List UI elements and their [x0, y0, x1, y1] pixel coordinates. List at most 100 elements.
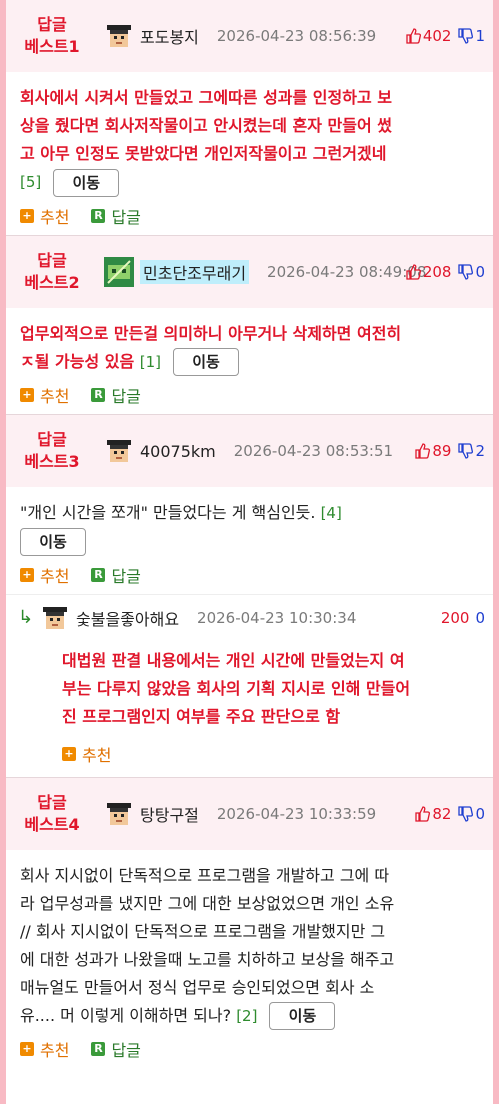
- reply-label: 답글: [111, 207, 141, 227]
- timestamp: 2026-04-23 08:53:51: [233, 442, 394, 460]
- nickname[interactable]: 40075km: [140, 442, 216, 461]
- comment-actions: + 추천 R 답글: [6, 376, 493, 414]
- comment-line: 회사 지시없이 단독적으로 프로그램을 개발하고 그에 따: [20, 865, 390, 885]
- reply-arrow-icon: ↳: [18, 607, 34, 628]
- vote-counts: 208 0: [405, 236, 485, 308]
- recommend-button[interactable]: + 추천: [20, 204, 69, 228]
- badge-line-2: 베스트2: [24, 272, 80, 292]
- nickname[interactable]: 탕탕구절: [140, 802, 199, 826]
- recommend-label: 추천: [82, 745, 112, 765]
- downvote-count: 1: [475, 27, 485, 45]
- upvote-count: 208: [422, 262, 452, 281]
- badge-line-1: 답글: [37, 15, 67, 34]
- thumbs-up-icon: [415, 443, 431, 459]
- comment-actions: + 추천 R 답글: [6, 556, 493, 594]
- downvote[interactable]: 2: [457, 442, 485, 460]
- nickname[interactable]: 민초단조무래기: [140, 259, 250, 284]
- child-reply: ↳ 숯불을좋아해요 2026-04-23 10:30:34 200 0 대법원 …: [6, 593, 493, 777]
- best-badge: 답글 베스트3: [16, 429, 88, 473]
- recommend-label: 추천: [40, 1041, 70, 1060]
- comment-line: 유.... 머 이렇게 이해하면 되나?: [20, 1005, 232, 1025]
- thumbs-down-icon: [458, 443, 474, 459]
- comment-text: 업무외적으로 만든걸 의미하니 아무거나 삭제하면 여전히 ㅈ될 가능성 있음 …: [6, 308, 493, 376]
- reply-button[interactable]: R 답글: [91, 1037, 141, 1061]
- upvote-count: 402: [422, 27, 452, 45]
- reply-label: 답글: [111, 566, 141, 586]
- badge-line-1: 답글: [37, 430, 67, 449]
- move-button[interactable]: 이동: [173, 348, 240, 376]
- reply-count: [1]: [139, 352, 162, 371]
- nickname[interactable]: 숯불을좋아해요: [76, 606, 179, 630]
- recommend-button[interactable]: + 추천: [20, 1037, 69, 1061]
- recommend-button[interactable]: + 추천: [62, 742, 111, 766]
- comment-actions: + 추천 R 답글: [6, 1030, 493, 1068]
- comment-line: 에 대한 성과가 나왔을때 노고를 치하하고 보상을 해주고: [20, 949, 395, 969]
- downvote-count[interactable]: 0: [475, 609, 485, 627]
- upvote-count: 82: [432, 804, 452, 823]
- reply-label: 답글: [111, 387, 141, 406]
- recommend-label: 추천: [40, 387, 70, 406]
- comment-line: 업무외적으로 만든걸 의미하니 아무거나 삭제하면 여전히: [20, 323, 402, 343]
- upvote[interactable]: 208: [405, 262, 452, 281]
- comment-header: 답글 베스트4 탕탕구절 2026-04-23 10:33:59 82 0: [6, 777, 493, 850]
- comment-text: 회사에서 시켜서 만들었고 그에따른 성과를 인정하고 보 상을 줬다면 회사저…: [6, 72, 493, 197]
- badge-line-2: 베스트1: [24, 37, 80, 56]
- avatar[interactable]: [104, 21, 134, 51]
- upvote[interactable]: 402: [405, 27, 452, 45]
- recommend-button[interactable]: + 추천: [20, 383, 69, 407]
- reply-icon: R: [91, 208, 106, 223]
- plus-icon: +: [20, 1042, 34, 1056]
- upvote[interactable]: 89: [414, 442, 451, 460]
- downvote[interactable]: 1: [457, 27, 485, 45]
- plus-icon: +: [20, 567, 34, 582]
- downvote-count: 0: [475, 262, 485, 281]
- comment-header: 답글 베스트3 40075km 2026-04-23 08:53:51 89 2: [6, 415, 493, 487]
- recommend-button[interactable]: + 추천: [20, 563, 69, 587]
- badge-line-2: 베스트3: [24, 452, 80, 471]
- upvote-count[interactable]: 200: [441, 609, 470, 627]
- upvote[interactable]: 82: [414, 805, 451, 823]
- avatar[interactable]: [104, 799, 134, 829]
- move-button[interactable]: 이동: [20, 527, 86, 556]
- reply-icon: R: [91, 1042, 106, 1056]
- timestamp: 2026-04-23 10:33:59: [216, 804, 377, 823]
- child-actions: + 추천: [6, 731, 493, 777]
- comment-header: 답글 베스트1 포도봉지 2026-04-23 08:56:39 402 1: [6, 0, 493, 72]
- downvote-count: 0: [475, 804, 485, 823]
- timestamp: 2026-04-23 10:30:34: [197, 608, 357, 627]
- avatar[interactable]: [104, 256, 134, 287]
- plus-icon: +: [62, 746, 76, 761]
- reply-count: [4]: [320, 504, 342, 522]
- move-button[interactable]: 이동: [269, 1002, 336, 1030]
- comment-header: 답글 베스트2 민초단조무래기 2026-04-23 08:49:08 208 …: [6, 235, 493, 308]
- best-comment-3: 답글 베스트3 40075km 2026-04-23 08:53:51 89 2…: [6, 415, 493, 778]
- comment-line: // 회사 지시없이 단독적으로 프로그램을 개발했지만 그: [20, 921, 386, 941]
- child-reply-text: 대법원 판결 내용에서는 개인 시간에 만들었는지 여 부는 다루지 않았음 회…: [6, 641, 493, 731]
- reply-button[interactable]: R 답글: [91, 563, 141, 587]
- best-comment-1: 답글 베스트1 포도봉지 2026-04-23 08:56:39 402 1 회…: [6, 0, 493, 236]
- downvote[interactable]: 0: [457, 263, 485, 281]
- thumbs-up-icon: [406, 263, 421, 280]
- comment-line: 진 프로그램인지 여부를 주요 판단으로 함: [62, 706, 341, 726]
- reply-button[interactable]: R 답글: [91, 204, 141, 228]
- reply-count: [5]: [20, 173, 42, 191]
- avatar[interactable]: [104, 436, 134, 466]
- timestamp: 2026-04-23 08:49:08: [267, 262, 427, 281]
- vote-counts: 200 0: [441, 595, 485, 641]
- comment-line: 대법원 판결 내용에서는 개인 시간에 만들었는지 여: [62, 650, 405, 670]
- reply-button[interactable]: R 답글: [91, 383, 141, 407]
- child-reply-header: ↳ 숯불을좋아해요 2026-04-23 10:30:34 200 0: [6, 595, 493, 641]
- nickname[interactable]: 포도봉지: [140, 24, 199, 48]
- move-button[interactable]: 이동: [53, 168, 120, 197]
- best-badge: 답글 베스트2: [16, 250, 88, 294]
- comment-line: 매뉴얼도 만들어서 정식 업무로 승인되었으면 회사 소: [20, 977, 375, 997]
- upvote-count: 89: [432, 442, 452, 460]
- vote-counts: 89 2: [414, 415, 485, 487]
- badge-line-1: 답글: [37, 250, 67, 270]
- avatar[interactable]: [40, 603, 70, 633]
- thumbs-up-icon: [415, 805, 431, 822]
- reply-label: 답글: [111, 1041, 141, 1060]
- thumbs-down-icon: [458, 263, 474, 280]
- downvote[interactable]: 0: [457, 805, 485, 823]
- badge-line-2: 베스트4: [24, 814, 80, 834]
